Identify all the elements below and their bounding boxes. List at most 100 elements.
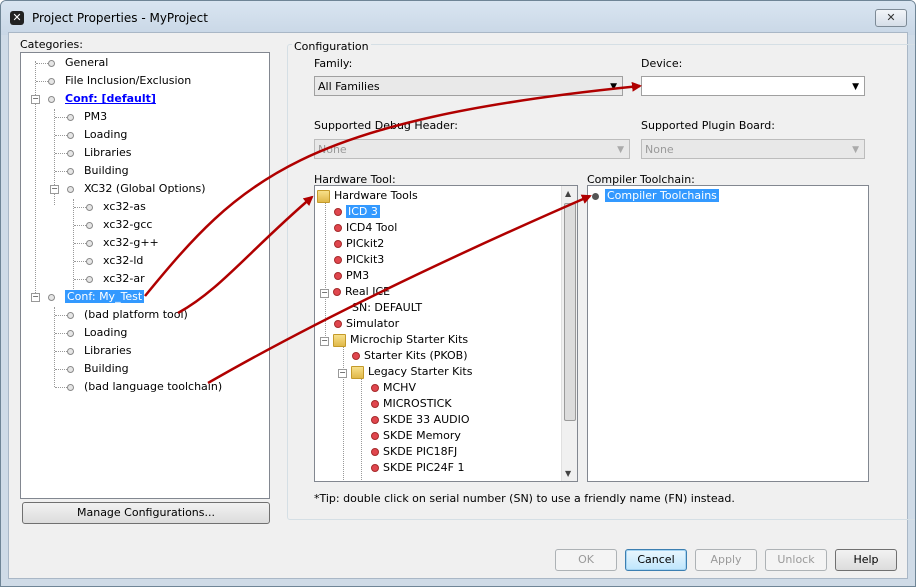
hw-item-skde-pic18fj[interactable]: SKDE PIC18FJ bbox=[371, 444, 457, 460]
node-icon bbox=[67, 311, 74, 319]
hw-item-microstick[interactable]: MICROSTICK bbox=[371, 396, 452, 412]
compiler-toolchain-list[interactable]: Compiler Toolchains bbox=[587, 185, 869, 482]
categories-tree: General File Inclusion/Exclusion − Conf: … bbox=[20, 52, 270, 499]
hw-item-skde-pic24f[interactable]: SKDE PIC24F 1 bbox=[371, 460, 465, 476]
family-label: Family: bbox=[314, 57, 353, 70]
hardware-tool-scrollbar[interactable]: ▲ ▼ bbox=[561, 186, 577, 481]
project-properties-window: ✕ Project Properties - MyProject ✕ Categ… bbox=[0, 0, 916, 587]
collapse-toggle-icon[interactable]: − bbox=[50, 185, 59, 194]
tip-text: *Tip: double click on serial number (SN)… bbox=[314, 492, 735, 505]
tree-line bbox=[325, 200, 326, 340]
tool-status-icon bbox=[371, 432, 379, 440]
scroll-up-icon[interactable]: ▲ bbox=[565, 189, 571, 198]
tree-item-label: Conf: My_Test bbox=[65, 290, 145, 303]
ok-button[interactable]: OK bbox=[555, 549, 617, 571]
tree-item-xc32-global[interactable]: − XC32 (Global Options) bbox=[50, 180, 206, 198]
tool-status-icon bbox=[371, 416, 379, 424]
node-icon bbox=[48, 95, 55, 103]
title-bar[interactable]: ✕ Project Properties - MyProject ✕ bbox=[1, 1, 915, 35]
hw-item-skde-memory[interactable]: SKDE Memory bbox=[371, 428, 461, 444]
tree-item-building[interactable]: Building bbox=[52, 162, 129, 180]
tree-item-label: PM3 bbox=[84, 110, 108, 123]
device-label: Device: bbox=[641, 57, 683, 70]
tree-item-general[interactable]: General bbox=[33, 54, 108, 72]
close-button[interactable]: ✕ bbox=[875, 9, 907, 27]
cancel-button[interactable]: Cancel bbox=[625, 549, 687, 571]
hw-item-microchip-starter-kits[interactable]: − Microchip Starter Kits bbox=[320, 332, 468, 348]
tree-item-xc32-ar[interactable]: xc32-ar bbox=[71, 270, 145, 288]
collapse-toggle-icon[interactable]: − bbox=[31, 95, 40, 104]
apply-button[interactable]: Apply bbox=[695, 549, 757, 571]
tree-item-xc32-as[interactable]: xc32-as bbox=[71, 198, 146, 216]
tree-item-label: xc32-as bbox=[103, 200, 146, 213]
tree-item-loading[interactable]: Loading bbox=[52, 126, 127, 144]
tool-status-icon bbox=[334, 256, 342, 264]
app-icon: ✕ bbox=[10, 11, 24, 25]
node-icon bbox=[67, 131, 74, 139]
debug-header-label: Supported Debug Header: bbox=[314, 119, 458, 132]
collapse-toggle-icon[interactable]: − bbox=[338, 369, 347, 378]
tree-item-loading-2[interactable]: Loading bbox=[52, 324, 127, 342]
node-icon bbox=[86, 221, 93, 229]
hardware-tool-list[interactable]: Hardware Tools ICD 3 ICD4 Tool PICkit2 P… bbox=[314, 185, 578, 482]
collapse-toggle-icon[interactable]: − bbox=[31, 293, 40, 302]
tool-status-icon bbox=[352, 352, 360, 360]
collapse-toggle-icon[interactable]: − bbox=[320, 289, 329, 298]
hw-item-hardware-tools[interactable]: Hardware Tools bbox=[317, 188, 418, 204]
hw-item-skde-33-audio[interactable]: SKDE 33 AUDIO bbox=[371, 412, 470, 428]
node-icon bbox=[67, 347, 74, 355]
family-select[interactable]: All Families ▼ bbox=[314, 76, 623, 96]
compiler-item-toolchains[interactable]: Compiler Toolchains bbox=[592, 188, 719, 204]
plugin-board-value: None bbox=[645, 143, 674, 156]
tree-item-pm3[interactable]: PM3 bbox=[52, 108, 107, 126]
tool-status-icon bbox=[334, 240, 342, 248]
scroll-down-icon[interactable]: ▼ bbox=[565, 469, 571, 478]
hw-item-pickit3[interactable]: PICkit3 bbox=[334, 252, 384, 268]
hw-item-starter-kits-pkob[interactable]: Starter Kits (PKOB) bbox=[352, 348, 468, 364]
tree-item-libraries-2[interactable]: Libraries bbox=[52, 342, 132, 360]
unlock-button[interactable]: Unlock bbox=[765, 549, 827, 571]
device-select[interactable]: ▼ bbox=[641, 76, 865, 96]
help-button[interactable]: Help bbox=[835, 549, 897, 571]
hw-item-serial-number[interactable]: SN: DEFAULT bbox=[352, 300, 422, 316]
scrollbar-thumb[interactable] bbox=[564, 203, 576, 421]
tree-item-xc32-gcc[interactable]: xc32-gcc bbox=[71, 216, 152, 234]
hw-item-real-ice[interactable]: − Real ICE bbox=[320, 284, 390, 300]
tree-item-libraries[interactable]: Libraries bbox=[52, 144, 132, 162]
tree-item-label: XC32 (Global Options) bbox=[84, 182, 206, 195]
tool-status-icon bbox=[334, 320, 342, 328]
plugin-board-select[interactable]: None ▼ bbox=[641, 139, 865, 159]
tree-item-conf-default[interactable]: − Conf: [default] bbox=[31, 90, 156, 108]
manage-configurations-button[interactable]: Manage Configurations... bbox=[22, 502, 270, 524]
hw-item-label: SN: DEFAULT bbox=[352, 301, 423, 314]
hw-item-pm3[interactable]: PM3 bbox=[334, 268, 369, 284]
node-icon bbox=[48, 293, 55, 301]
tool-status-icon bbox=[334, 272, 342, 280]
hw-item-legacy-starter-kits[interactable]: − Legacy Starter Kits bbox=[338, 364, 472, 380]
tree-item-bad-language-toolchain[interactable]: (bad language toolchain) bbox=[52, 378, 222, 396]
hw-item-pickit2[interactable]: PICkit2 bbox=[334, 236, 384, 252]
hw-item-label: PM3 bbox=[346, 269, 370, 282]
hw-item-mchv[interactable]: MCHV bbox=[371, 380, 416, 396]
collapse-toggle-icon[interactable]: − bbox=[320, 337, 329, 346]
plugin-board-label: Supported Plugin Board: bbox=[641, 119, 775, 132]
tree-item-xc32-ld[interactable]: xc32-ld bbox=[71, 252, 143, 270]
tree-item-label: Loading bbox=[84, 128, 128, 141]
hw-item-label: PICkit3 bbox=[346, 253, 385, 266]
tree-item-xc32-gpp[interactable]: xc32-g++ bbox=[71, 234, 159, 252]
tree-item-building-2[interactable]: Building bbox=[52, 360, 129, 378]
debug-header-select[interactable]: None ▼ bbox=[314, 139, 630, 159]
node-icon bbox=[67, 383, 74, 391]
tree-item-conf-my-test[interactable]: − Conf: My_Test bbox=[31, 288, 145, 306]
tool-status-icon bbox=[371, 400, 379, 408]
hw-item-simulator[interactable]: Simulator bbox=[334, 316, 399, 332]
node-icon bbox=[86, 203, 93, 211]
hw-item-icd4[interactable]: ICD4 Tool bbox=[334, 220, 397, 236]
tree-item-label: File Inclusion/Exclusion bbox=[65, 74, 192, 87]
hw-item-icd3[interactable]: ICD 3 bbox=[334, 204, 380, 220]
tree-item-bad-platform-tool[interactable]: (bad platform tool) bbox=[52, 306, 188, 324]
tool-status-icon bbox=[334, 224, 342, 232]
categories-label: Categories: bbox=[20, 38, 83, 51]
tree-item-file-inclusion[interactable]: File Inclusion/Exclusion bbox=[33, 72, 191, 90]
hw-item-label: Real ICE bbox=[345, 285, 391, 298]
